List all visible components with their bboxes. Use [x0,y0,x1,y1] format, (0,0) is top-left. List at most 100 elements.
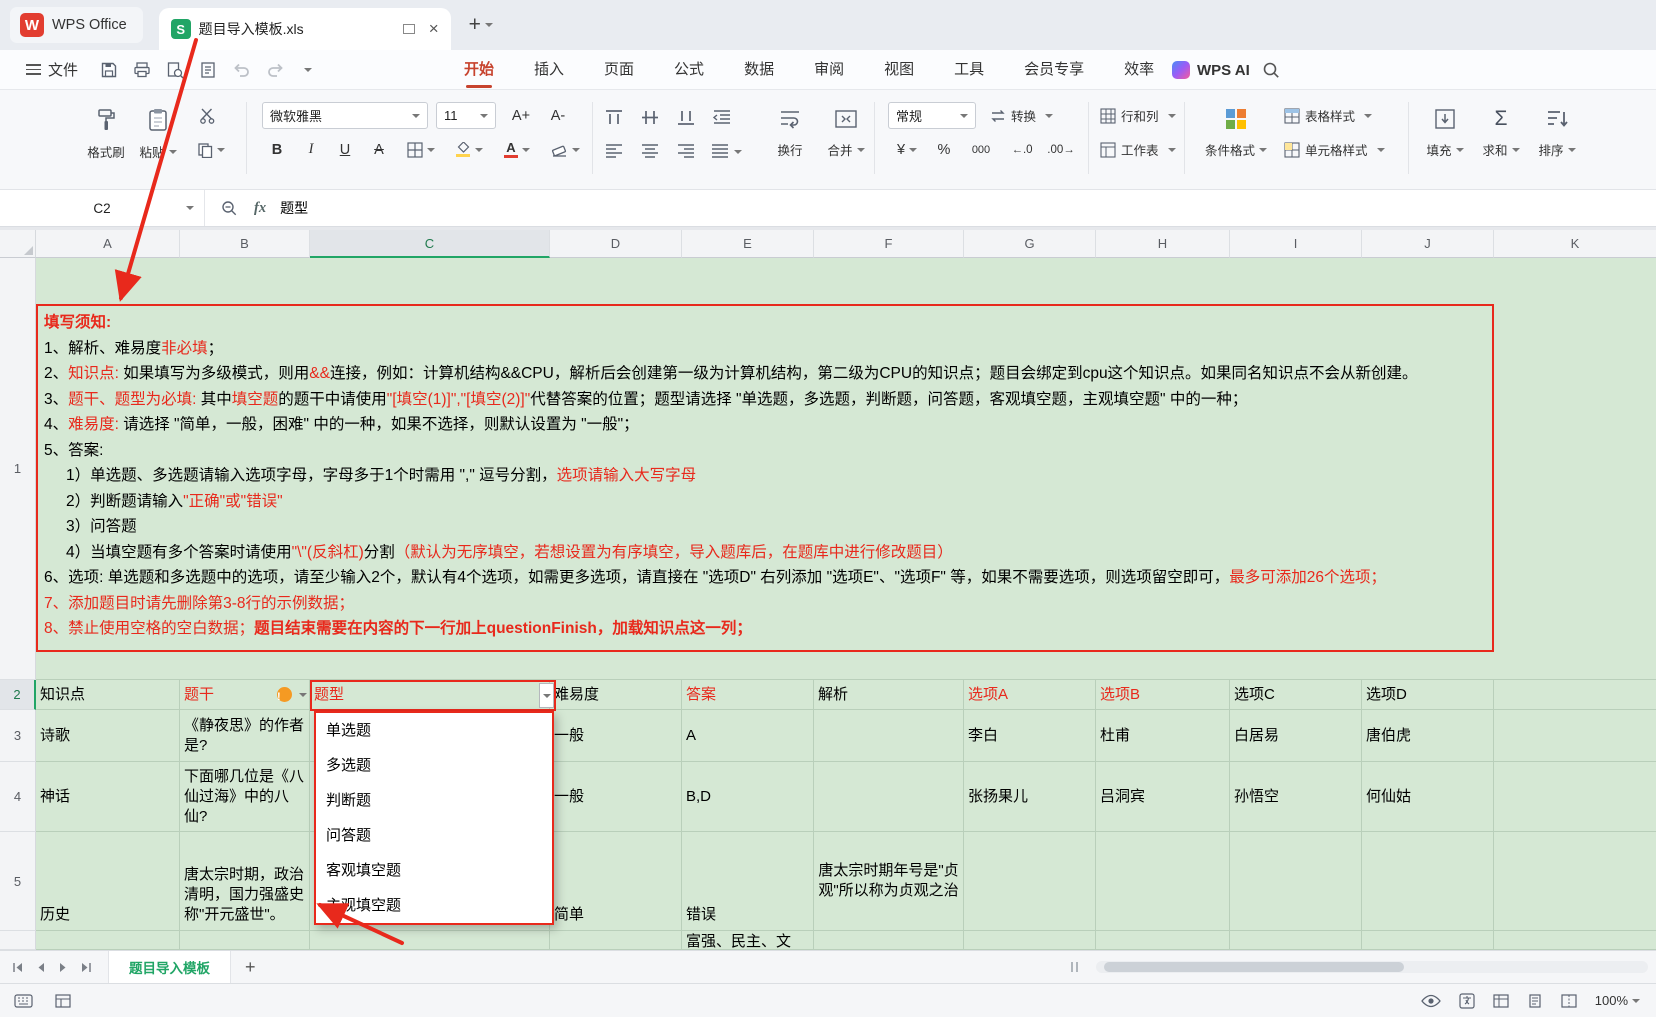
cut-button[interactable] [194,102,220,129]
normal-view-icon[interactable] [1493,994,1509,1008]
next-sheet-icon[interactable] [59,962,67,973]
qat-customize-caret-icon[interactable] [304,68,312,72]
strikethrough-button[interactable]: A [364,136,394,163]
app-menu-button[interactable]: W WPS Office [10,7,143,43]
font-name-select[interactable]: 微软雅黑 [262,102,428,129]
increase-font-button[interactable]: A+ [504,102,538,129]
increase-decimal-button[interactable]: ←.0 [1004,136,1040,163]
tab-list-caret-icon[interactable] [485,23,493,27]
cell[interactable]: 一般 [550,710,682,762]
tab-data[interactable]: 数据 [724,50,794,90]
cell[interactable] [1494,762,1656,832]
number-format-select[interactable]: 常规 [888,102,976,129]
keyboard-icon[interactable] [14,994,33,1008]
cell[interactable]: 一般 [550,762,682,832]
align-middle-icon[interactable] [636,104,664,131]
currency-format-button[interactable]: ¥ [888,136,926,163]
align-left-icon[interactable] [600,138,628,165]
worksheet-button[interactable]: 工作表 [1100,136,1176,163]
align-bottom-icon[interactable] [672,104,700,131]
header-cell-answer[interactable]: 答案 [682,680,814,710]
zoom-caret-icon[interactable] [1632,999,1640,1003]
cell[interactable] [180,931,310,950]
cell[interactable]: 《静夜思》的作者是? [180,710,310,762]
print-preview-icon[interactable] [166,61,184,79]
cell[interactable] [814,710,964,762]
cell[interactable] [1096,931,1230,950]
tab-efficiency[interactable]: 效率 [1104,50,1174,90]
column-header-f[interactable]: F [814,230,964,258]
header-cell-analysis[interactable]: 解析 [814,680,964,710]
sort-button[interactable]: 排序 [1530,98,1584,180]
select-all-corner[interactable] [0,230,36,258]
first-sheet-icon[interactable] [12,962,23,973]
tab-restore-icon[interactable] [403,24,415,34]
name-box[interactable]: C2 [0,190,205,226]
cell[interactable] [1096,832,1230,931]
dropdown-item-single-choice[interactable]: 单选题 [316,713,552,748]
column-header-k[interactable]: K [1494,230,1656,258]
zoom-control[interactable]: 100% [1595,993,1640,1008]
clear-format-button[interactable] [544,136,586,163]
decrease-decimal-button[interactable]: .00→ [1042,136,1080,163]
translate-icon[interactable] [1459,993,1475,1009]
export-icon[interactable] [199,61,217,79]
file-menu-button[interactable]: 文件 [26,59,78,80]
save-icon[interactable] [100,61,118,79]
format-painter-button[interactable]: 格式刷 [78,98,134,180]
name-box-caret-icon[interactable] [186,206,194,210]
cell[interactable]: 杜甫 [1096,710,1230,762]
decrease-font-button[interactable]: A- [542,102,574,129]
print-icon[interactable] [133,61,151,79]
column-header-e[interactable]: E [682,230,814,258]
italic-button[interactable]: I [296,136,326,163]
dropdown-item-true-false[interactable]: 判断题 [316,783,552,818]
merge-cells-button[interactable]: 合并 [818,98,874,180]
cell[interactable]: 简单 [550,832,682,931]
paste-button[interactable]: 粘贴 [130,98,186,180]
column-header-c[interactable]: C [310,230,550,258]
cell[interactable]: 富强、民主、文 [682,931,814,950]
column-header-b[interactable]: B [180,230,310,258]
tab-tools[interactable]: 工具 [934,50,1004,90]
cell[interactable] [1494,710,1656,762]
header-cell-difficulty[interactable]: 难易度 [550,680,682,710]
cell[interactable]: A [682,710,814,762]
tab-home[interactable]: 开始 [444,50,514,90]
underline-button[interactable]: U [330,136,360,163]
cell[interactable]: 下面哪几位是《八仙过海》中的八仙? [180,762,310,832]
new-tab-button[interactable]: + [469,13,481,37]
cell[interactable] [1494,832,1656,931]
column-header-g[interactable]: G [964,230,1096,258]
undo-icon[interactable] [232,62,251,78]
align-top-icon[interactable] [600,104,628,131]
add-sheet-button[interactable]: + [245,957,256,978]
zoom-bar-icon[interactable] [221,200,238,217]
cell-style-button[interactable]: 单元格样式 [1284,136,1385,163]
redo-icon[interactable] [266,62,285,78]
header-cell-knowledge[interactable]: 知识点 [36,680,180,710]
rows-columns-button[interactable]: 行和列 [1100,102,1176,129]
cell[interactable]: 唐伯虎 [1362,710,1494,762]
horizontal-scrollbar-thumb[interactable] [1104,962,1404,972]
cell[interactable] [1230,931,1362,950]
conditional-format-button[interactable]: 条件格式 [1196,98,1276,180]
cell[interactable]: 历史 [36,832,180,931]
justify-icon[interactable] [708,138,744,165]
header-cell-option-c[interactable]: 选项C [1230,680,1362,710]
align-right-icon[interactable] [672,138,700,165]
cell[interactable]: 唐太宗时期年号是"贞观"所以称为贞观之治 [814,832,964,931]
cell[interactable]: 张扬果儿 [964,762,1096,832]
page-layout-view-icon[interactable] [1527,994,1543,1008]
cell[interactable]: 李白 [964,710,1096,762]
header-cell-stem[interactable]: 题干 ! [180,680,310,710]
wrap-text-button[interactable]: 换行 [762,98,818,180]
fill-color-button[interactable] [448,136,490,163]
cell[interactable]: 错误 [682,832,814,931]
font-size-select[interactable]: 11 [436,102,496,129]
sheet-tab[interactable]: 题目导入模板 [108,951,231,983]
tab-formula[interactable]: 公式 [654,50,724,90]
prev-sheet-icon[interactable] [37,962,45,973]
warning-icon[interactable]: ! [277,687,292,702]
cell[interactable]: 何仙姑 [1362,762,1494,832]
